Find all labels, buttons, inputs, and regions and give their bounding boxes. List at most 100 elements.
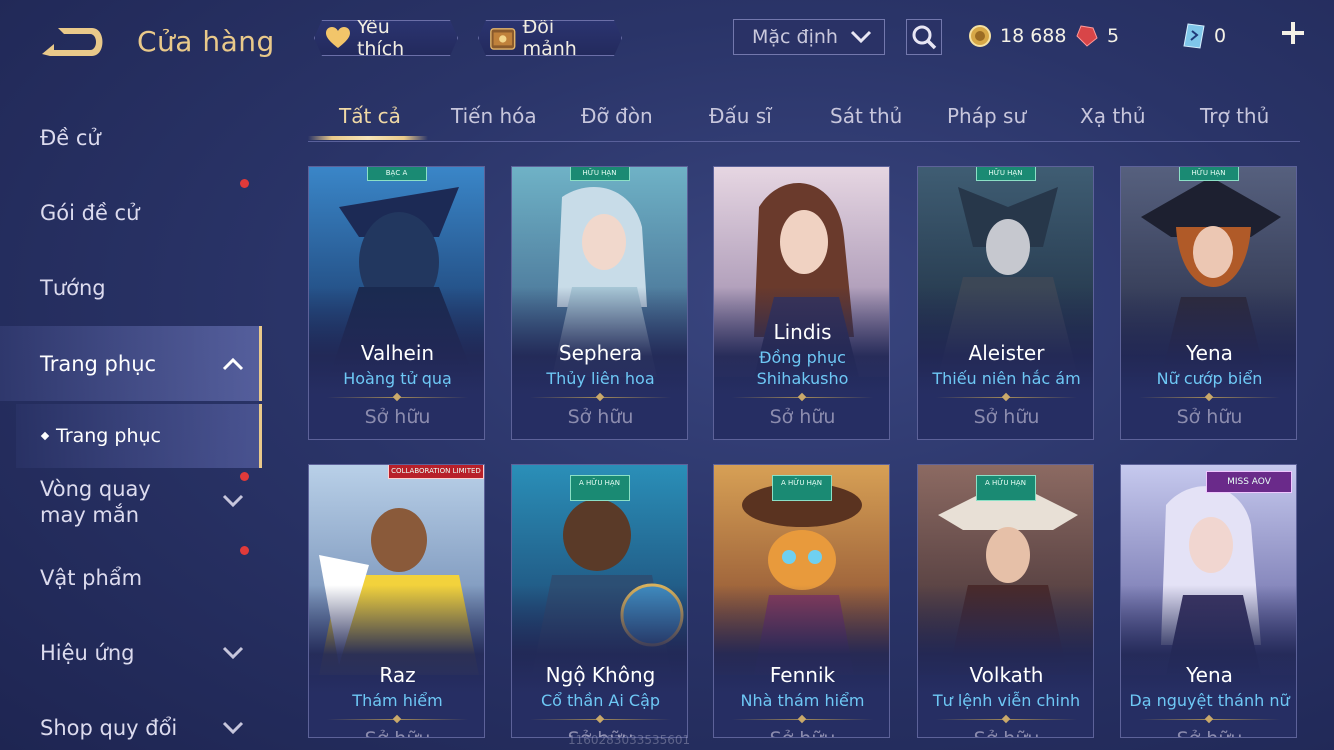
skin-name: Thủy liên hoa bbox=[546, 369, 655, 388]
back-button[interactable] bbox=[40, 24, 108, 60]
sidebar-item-items[interactable]: Vật phẩm bbox=[0, 540, 262, 615]
hero-name: Valhein bbox=[360, 341, 435, 365]
gold-amount: 18 688 bbox=[1000, 25, 1067, 47]
sidebar-item-lucky-spin[interactable]: Vòng quay may mắn bbox=[0, 464, 262, 540]
hero-name: Yena bbox=[1186, 341, 1233, 365]
card-divider bbox=[936, 719, 1077, 720]
notification-dot bbox=[240, 179, 249, 188]
skin-card[interactable]: A HỮU HẠN Ngộ Không Cổ thần Ai Cập Sở hữ… bbox=[511, 464, 688, 738]
skin-name-line2: Shihakusho bbox=[756, 369, 849, 388]
skin-card[interactable]: HỮU HẠN Yena Nữ cướp biển Sở hữu bbox=[1120, 166, 1297, 440]
skin-name: Dạ nguyệt thánh nữ bbox=[1129, 691, 1290, 710]
tab-tank[interactable]: Đỡ đòn bbox=[581, 104, 653, 128]
hero-name: Raz bbox=[379, 663, 416, 687]
fragment-exchange-button[interactable]: Đổi mảnh bbox=[478, 20, 622, 56]
favorite-button[interactable]: Yêu thích bbox=[314, 20, 458, 56]
skin-card[interactable]: BẠC A Valhein Hoàng tử quạ Sở hữu bbox=[308, 166, 485, 440]
tab-mage[interactable]: Pháp sư bbox=[947, 104, 1026, 128]
fragment-label: Đổi mảnh bbox=[522, 16, 577, 60]
skin-name: Thám hiểm bbox=[352, 691, 443, 710]
owned-status: Sở hữu bbox=[1121, 728, 1296, 737]
owned-status: Sở hữu bbox=[567, 406, 634, 428]
hero-name: Yena bbox=[1186, 663, 1233, 687]
skin-card[interactable]: HỮU HẠN Aleister Thiếu niên hắc ám Sở hữ… bbox=[917, 166, 1094, 440]
sidebar-item-label: Shop quy đổi bbox=[40, 715, 178, 740]
skin-tier-badge: HỮU HẠN bbox=[975, 167, 1036, 181]
owned-status: Sở hữu bbox=[364, 406, 431, 428]
sidebar-item-label: Trang phục bbox=[40, 351, 157, 376]
tab-marksman[interactable]: Xạ thủ bbox=[1080, 104, 1146, 128]
skin-name: Tư lệnh viễn chinh bbox=[932, 691, 1081, 710]
card-divider bbox=[732, 397, 873, 398]
chevron-down-icon bbox=[850, 30, 872, 44]
skin-card[interactable]: MISS AOV Yena Dạ nguyệt thánh nữ Sở hữu bbox=[1120, 464, 1297, 738]
add-currency-button[interactable] bbox=[1280, 20, 1306, 52]
skin-name-line1: Đồng phục bbox=[759, 348, 846, 367]
skin-tier-badge: HỮU HẠN bbox=[569, 167, 630, 181]
skin-tier-badge: A HỮU HẠN bbox=[975, 475, 1036, 501]
hero-name: Fennik bbox=[769, 663, 836, 687]
card-divider bbox=[1139, 719, 1280, 720]
skin-tier-badge: HỮU HẠN bbox=[1178, 167, 1239, 181]
sidebar-subitem-skins[interactable]: Trang phục bbox=[16, 404, 262, 468]
skin-name: Hoàng tử quạ bbox=[343, 369, 452, 388]
tab-all[interactable]: Tất cả bbox=[339, 104, 401, 128]
skin-name: Cổ thần Ai Cập bbox=[540, 691, 661, 710]
owned-status: Sở hữu bbox=[973, 406, 1040, 428]
ruby-amount: 5 bbox=[1107, 25, 1120, 47]
gold-coin-icon bbox=[969, 25, 991, 47]
chest-icon bbox=[489, 24, 517, 52]
sidebar-item-label: Đề cử bbox=[40, 125, 101, 150]
ruby-gem-icon bbox=[1076, 25, 1098, 47]
skin-card[interactable]: Lindis Đồng phục Shihakusho Sở hữu bbox=[713, 166, 890, 440]
heart-icon bbox=[325, 26, 351, 50]
active-tab-indicator bbox=[308, 136, 428, 140]
search-button[interactable] bbox=[906, 19, 942, 55]
notification-dot bbox=[240, 546, 249, 555]
sidebar-item-featured-bundles[interactable]: Gói đề cử bbox=[0, 175, 262, 250]
sidebar-item-featured[interactable]: Đề cử bbox=[0, 100, 262, 175]
chevron-down-icon bbox=[222, 646, 244, 659]
chevron-up-icon bbox=[222, 357, 244, 370]
sidebar-item-heroes[interactable]: Tướng bbox=[0, 250, 262, 325]
skin-card[interactable]: A HỮU HẠN Fennik Nhà thám hiểm Sở hữu bbox=[713, 464, 890, 738]
voucher-icon bbox=[1183, 23, 1205, 49]
tab-assassin[interactable]: Sát thủ bbox=[830, 104, 902, 128]
owned-status: Sở hữu bbox=[918, 728, 1093, 737]
skin-grid: BẠC A Valhein Hoàng tử quạ Sở hữu HỮU HẠ… bbox=[308, 166, 1298, 750]
sidebar-item-exchange-shop[interactable]: Shop quy đổi bbox=[0, 690, 262, 750]
skin-name: Nữ cướp biển bbox=[1156, 369, 1263, 388]
hero-name: Ngộ Không bbox=[545, 663, 656, 687]
skin-name: Thiếu niên hắc ám bbox=[932, 369, 1081, 388]
sidebar-item-label: Vòng quay may mắn bbox=[40, 477, 151, 527]
sidebar-item-label: Vật phẩm bbox=[40, 565, 143, 590]
gold-balance: 18 688 bbox=[968, 20, 1066, 52]
tab-fighter[interactable]: Đấu sĩ bbox=[709, 104, 772, 128]
favorite-label: Yêu thích bbox=[356, 16, 405, 60]
category-sidebar: Đề cử Gói đề cử Tướng Trang phục Trang p… bbox=[0, 100, 262, 750]
ruby-balance: 5 bbox=[1075, 20, 1119, 52]
sort-dropdown[interactable]: Mặc định bbox=[733, 19, 885, 55]
card-divider bbox=[1139, 397, 1280, 398]
hero-name: Sephera bbox=[558, 341, 643, 365]
skin-tier-badge: BẠC A bbox=[366, 167, 427, 181]
card-divider bbox=[327, 397, 468, 398]
back-arrow-icon bbox=[42, 28, 103, 56]
chevron-down-icon bbox=[222, 494, 244, 508]
sidebar-item-label: Gói đề cử bbox=[40, 200, 140, 225]
card-divider bbox=[732, 719, 873, 720]
chevron-down-icon bbox=[222, 721, 244, 734]
sidebar-item-effects[interactable]: Hiệu ứng bbox=[0, 615, 262, 690]
skin-card[interactable]: A HỮU HẠN Volkath Tư lệnh viễn chinh Sở … bbox=[917, 464, 1094, 738]
sidebar-item-label: Hiệu ứng bbox=[40, 640, 135, 665]
notification-dot bbox=[240, 472, 249, 481]
sidebar-subitem-label: Trang phục bbox=[56, 425, 162, 447]
search-icon bbox=[912, 25, 937, 50]
skin-card[interactable]: COLLABORATION LIMITED Raz Thám hiểm Sở h… bbox=[308, 464, 485, 738]
tab-support[interactable]: Trợ thủ bbox=[1200, 104, 1269, 128]
owned-status: Sở hữu bbox=[769, 406, 836, 428]
sort-value: Mặc định bbox=[752, 26, 838, 48]
sidebar-item-skins[interactable]: Trang phục bbox=[0, 326, 262, 401]
skin-card[interactable]: HỮU HẠN Sephera Thủy liên hoa Sở hữu bbox=[511, 166, 688, 440]
tab-evolution[interactable]: Tiến hóa bbox=[451, 104, 537, 128]
